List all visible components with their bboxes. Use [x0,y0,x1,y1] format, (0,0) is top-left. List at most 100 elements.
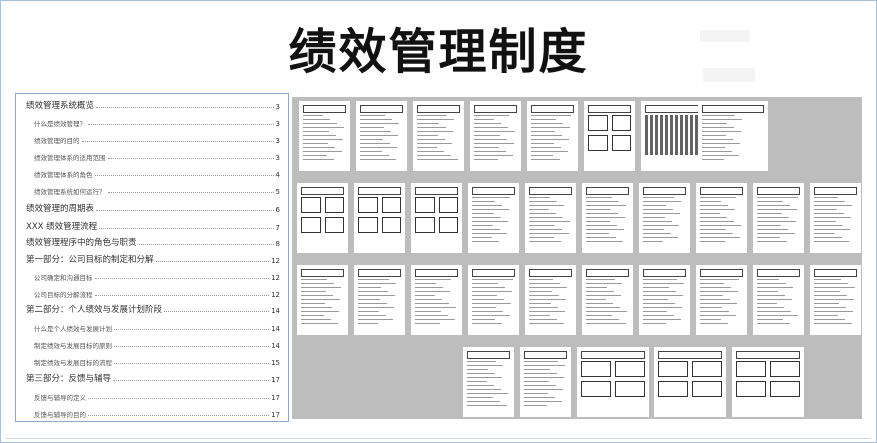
toc-entry[interactable]: 制定绩效与发展目标的原则 14 [26,336,280,350]
page-thumbnail[interactable] [413,101,464,171]
text-line [814,201,845,202]
toc-entry[interactable]: 绩效管理的目的 3 [26,131,280,145]
page-header [303,105,346,113]
page-thumbnail[interactable] [698,101,768,171]
text-line [529,201,557,202]
toc-leader-dots [88,398,270,399]
toc-entry[interactable]: 第二部分：个人绩效与发展计划阶段 14 [26,301,280,315]
text-line [360,159,396,160]
text-line [700,233,733,234]
text-line [360,155,389,156]
text-line [586,307,620,308]
text-line [702,135,726,136]
page-thumbnail[interactable] [639,265,690,335]
text-line [586,229,624,230]
page-thumbnail[interactable] [411,183,462,253]
page-thumbnail[interactable] [411,265,462,335]
text-line [586,279,615,280]
toc-entry[interactable]: 什么是绩效管理？ 3 [26,114,280,128]
page-thumbnail[interactable] [463,347,514,417]
toc-leader-dots [81,141,274,142]
page-thumbnail[interactable] [696,265,747,335]
toc-entry-label: 绩效管理体系的角色 [34,171,93,179]
text-line [700,205,728,206]
text-line [586,311,627,312]
text-line [474,115,509,116]
page-thumbnail[interactable] [299,101,350,171]
page-thumbnail[interactable] [525,265,576,335]
toc-page-number: 3 [275,103,280,111]
toc-entry[interactable]: 制定绩效与发展目标的流程 15 [26,353,280,367]
page-thumbnail[interactable] [520,347,571,417]
page-thumbnail[interactable] [356,101,407,171]
page-thumbnail[interactable] [525,183,576,253]
page-thumbnail[interactable] [470,101,521,171]
page-header [757,187,800,195]
toc-entry[interactable]: 第三部分：反馈与辅导 17 [26,370,280,384]
toc-leader-dots [94,278,270,279]
toc-entry[interactable]: 公司目标的分解流程 12 [26,285,280,299]
page-thumbnail[interactable] [584,101,635,171]
toc-entry-label: 公司目标的分解流程 [34,291,93,299]
page-thumbnail[interactable] [753,265,804,335]
toc-page-number: 12 [271,274,280,282]
toc-entry[interactable]: 绩效管理程序中的角色与职责 8 [26,234,280,248]
table-block [415,217,435,233]
page-thumbnail[interactable] [582,183,633,253]
text-line [757,319,783,320]
text-line [531,115,571,116]
page-thumbnail[interactable] [810,265,861,335]
toc-entry[interactable]: 什么是个人绩效与发展计划 14 [26,319,280,333]
toc-entry[interactable]: 绩效管理系统概览 3 [26,97,280,111]
page-thumbnail[interactable] [468,183,519,253]
page-thumbnail[interactable] [753,183,804,253]
toc-leader-dots [114,329,270,330]
toc-entry[interactable]: 绩效管理系统如何运行？ 5 [26,182,280,196]
page-thumbnail[interactable] [696,183,747,253]
text-line [472,197,510,198]
table-block [301,217,321,233]
text-line [757,221,796,222]
text-line [360,147,397,148]
text-line [301,319,331,320]
text-line [529,291,552,292]
text-line [529,283,560,284]
text-line [700,279,739,280]
page-header [417,105,460,113]
toc-entry[interactable]: 绩效管理体系的角色 4 [26,165,280,179]
toc-entry[interactable]: 绩效管理的周期表 6 [26,200,280,214]
page-header [702,105,764,113]
text-line [417,127,446,128]
page-thumbnail[interactable] [468,265,519,335]
page-thumbnail[interactable] [654,347,726,417]
toc-entry[interactable]: 绩效管理体系的适用范围 3 [26,148,280,162]
table-block [324,197,344,213]
page-thumbnail[interactable] [732,347,804,417]
toc-entry[interactable]: 公司确定和沟通目标 12 [26,268,280,282]
text-line [529,287,567,288]
text-line [757,279,779,280]
text-line [529,295,559,296]
page-header [529,269,572,277]
text-line [303,115,323,116]
page-thumbnail[interactable] [354,265,405,335]
text-line [586,299,606,300]
page-thumbnail[interactable] [297,265,348,335]
page-thumbnail[interactable] [577,347,649,417]
toc-entry[interactable]: 第一部分：公司目标的制定和分解 12 [26,251,280,265]
toc-entry[interactable]: XXX 绩效管理流程 7 [26,218,280,232]
toc-page-number: 15 [271,359,280,367]
page-thumbnail[interactable] [297,183,348,253]
page-thumbnail[interactable] [582,265,633,335]
page-thumbnail[interactable] [354,183,405,253]
toc-entry[interactable]: 反馈与辅导的定义 17 [26,388,280,402]
page-header [588,105,631,113]
page-thumbnail[interactable] [527,101,578,171]
table-block [381,217,401,233]
toc-leader-dots [107,158,274,159]
page-thumbnail[interactable] [639,183,690,253]
page-thumbnail[interactable] [810,183,861,253]
toc-entry[interactable]: 反馈与辅导的目的 17 [26,405,280,419]
text-line [814,315,838,316]
text-line [643,315,674,316]
